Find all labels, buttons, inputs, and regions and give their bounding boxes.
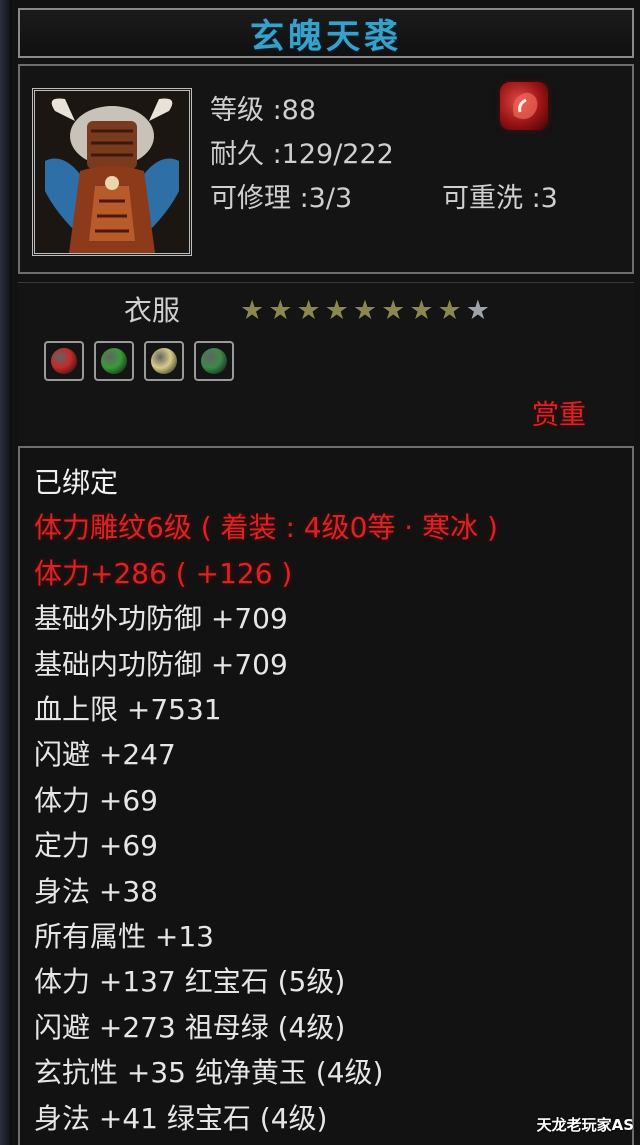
star-filled-icon: ★	[296, 295, 321, 326]
gem-slot[interactable]	[94, 341, 134, 381]
green-gem-icon	[201, 348, 227, 374]
attribute-line: 定力 +69	[34, 829, 158, 863]
attribute-line: 闪避 +273 祖母绿 (4级)	[34, 1010, 346, 1044]
item-portrait[interactable]	[32, 88, 192, 256]
engraving-line: 体力雕纹6级 ( 着装 : 4级0等 · 寒冰 )	[34, 511, 498, 545]
star-filled-icon: ★	[240, 295, 265, 326]
attribute-line: 基础内功防御 +709	[34, 647, 288, 681]
attribute-panel: 已绑定体力雕纹6级 ( 着装 : 4级0等 · 寒冰 ) 体力+286 ( +12…	[18, 446, 634, 1145]
watermark: 天龙老玩家AS	[536, 1116, 634, 1134]
item-info-panel: 等级 :88 耐久 :129/222 可修理 :3/3 可重洗 :3	[18, 64, 634, 274]
red-gem-badge-icon	[500, 82, 548, 130]
item-category-panel: 衣服 ★ ★ ★ ★ ★ ★ ★ ★ ★ 赏重	[18, 282, 634, 441]
star-filled-icon: ★	[268, 295, 293, 326]
star-filled-icon: ★	[352, 295, 378, 326]
background-strip	[0, 0, 12, 1145]
star-filled-icon: ★	[324, 295, 349, 326]
engraving-line: 体力+286 ( +126 )	[34, 556, 293, 590]
title-bar: 玄魄天裘	[18, 8, 634, 58]
green-gem-icon	[101, 348, 127, 374]
item-durability: 耐久 :129/222	[210, 139, 394, 170]
star-empty-icon: ★	[465, 295, 490, 326]
attribute-line: 玄抗性 +35 纯净黄玉 (4级)	[34, 1056, 384, 1090]
reforge-label[interactable]: 赏重	[532, 393, 586, 432]
attribute-line: 血上限 +7531	[34, 693, 222, 726]
red-gem-icon	[51, 348, 77, 374]
item-repairable: 可修理 :3/3	[210, 183, 353, 214]
gem-slot[interactable]	[144, 341, 184, 381]
yellow-jade-icon	[151, 348, 177, 374]
star-rating: ★ ★ ★ ★ ★ ★ ★ ★ ★	[240, 297, 490, 324]
bound-status: 已绑定	[34, 466, 119, 499]
attribute-line: 体力 +137 红宝石 (5级)	[34, 965, 346, 999]
attribute-line: 身法 +38	[34, 874, 158, 908]
gem-slots	[44, 341, 234, 381]
item-title: 玄魄天裘	[250, 16, 402, 57]
attribute-line: 基础外功防御 +709	[34, 602, 288, 636]
item-tooltip: 玄魄天裘 等级 :88 耐久 :129/222 可修理 :3/3 可重洗 :3	[0, 0, 640, 1145]
star-filled-icon: ★	[381, 295, 406, 326]
attribute-line: 闪避 +247	[34, 738, 176, 772]
attribute-line: 身法 +41 绿宝石 (4级)	[34, 1101, 328, 1135]
attribute-line: 体力 +69	[34, 783, 158, 817]
star-filled-icon: ★	[409, 295, 434, 326]
item-level: 等级 :88	[210, 95, 317, 126]
gem-slot[interactable]	[194, 341, 234, 381]
attribute-line: 所有属性 +13	[34, 920, 214, 953]
item-category: 衣服	[124, 294, 181, 327]
gem-slot[interactable]	[44, 341, 84, 381]
item-rewash: 可重洗 :3	[442, 183, 558, 214]
fur-cloak-icon	[35, 91, 189, 253]
star-filled-icon: ★	[437, 295, 462, 326]
